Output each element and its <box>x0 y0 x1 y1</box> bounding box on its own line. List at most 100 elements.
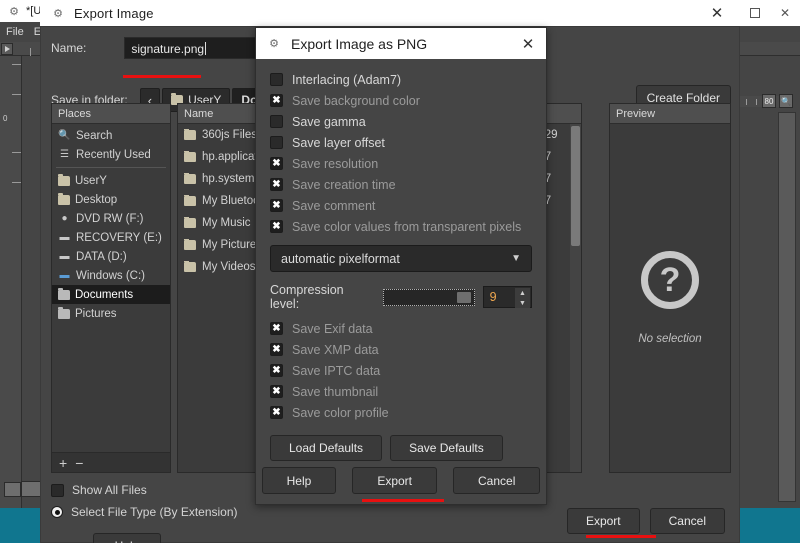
save-layer-offset-checkbox[interactable] <box>270 136 283 149</box>
folder-icon <box>184 240 196 250</box>
restore-button[interactable] <box>740 0 770 26</box>
slider-handle[interactable] <box>457 292 471 303</box>
save-defaults-button[interactable]: Save Defaults <box>390 435 503 461</box>
ruler-zero-label: 0 <box>3 114 7 123</box>
save-iptc-checkbox[interactable]: ✖ <box>270 364 283 377</box>
compression-spinner[interactable]: 9 ▲ ▼ <box>483 286 532 308</box>
cancel-button[interactable]: Cancel <box>650 508 725 534</box>
option-save-exif[interactable]: ✖Save Exif data <box>270 318 532 339</box>
places-item-label: Desktop <box>75 194 117 206</box>
export-button[interactable]: Export <box>567 508 640 534</box>
option-save-gamma[interactable]: Save gamma <box>270 111 532 132</box>
places-item-pictures[interactable]: Pictures <box>52 304 170 323</box>
magnifier-icon[interactable]: 🔍 <box>779 94 793 108</box>
compression-slider[interactable] <box>383 289 475 306</box>
file-list-scrollbar[interactable] <box>570 124 581 472</box>
save-background-color-checkbox[interactable]: ✖ <box>270 94 283 107</box>
show-all-files-checkbox[interactable] <box>51 484 64 497</box>
png-dialog-title: Export Image as PNG <box>291 36 427 52</box>
png-cancel-button[interactable]: Cancel <box>453 467 540 494</box>
file-name-label: 360js Files <box>202 129 257 141</box>
places-item-recovery[interactable]: ▬RECOVERY (E:) <box>52 228 170 247</box>
save-comment-checkbox[interactable]: ✖ <box>270 199 283 212</box>
ruler-origin-toggle[interactable] <box>1 43 13 55</box>
option-label: Save color profile <box>292 406 389 420</box>
save-thumbnail-checkbox[interactable]: ✖ <box>270 385 283 398</box>
gimp-wilber-icon: ⚙ <box>50 7 66 20</box>
places-item-search[interactable]: 🔍Search <box>52 126 170 145</box>
places-item-label: UserY <box>75 175 107 187</box>
option-save-color-profile[interactable]: ✖ Save color profile <box>270 402 532 423</box>
load-defaults-button[interactable]: Load Defaults <box>270 435 382 461</box>
png-export-button-highlight-underline <box>362 499 444 502</box>
places-item-recently-used[interactable]: ☰Recently Used <box>52 145 170 164</box>
png-export-button[interactable]: Export <box>352 467 437 494</box>
option-save-layer-offset[interactable]: Save layer offset <box>270 132 532 153</box>
places-item-usery[interactable]: UserY <box>52 171 170 190</box>
option-label: Save IPTC data <box>292 364 380 378</box>
zoom-percent-indicator[interactable]: 80 <box>762 94 776 108</box>
save-transparent-pixels-checkbox[interactable]: ✖ <box>270 220 283 233</box>
close-icon[interactable]: ✕ <box>694 0 740 26</box>
option-save-background-color[interactable]: ✖Save background color <box>270 90 532 111</box>
save-creation-time-checkbox[interactable]: ✖ <box>270 178 283 191</box>
png-help-button[interactable]: Help <box>262 467 337 494</box>
save-gamma-checkbox[interactable] <box>270 115 283 128</box>
places-item-label: DATA (D:) <box>76 251 127 263</box>
gimp-wilber-icon: ⚙ <box>266 37 282 50</box>
option-save-xmp[interactable]: ✖Save XMP data <box>270 339 532 360</box>
scrollbar-thumb[interactable] <box>571 126 580 246</box>
places-item-windows[interactable]: ▬Windows (C:) <box>52 266 170 285</box>
places-item-data[interactable]: ▬DATA (D:) <box>52 247 170 266</box>
file-type-options: Show All Files Select File Type (By Exte… <box>51 479 238 523</box>
png-dialog-body: Interlacing (Adam7) ✖Save background col… <box>256 59 546 461</box>
interlacing-checkbox[interactable] <box>270 73 283 86</box>
compression-level-row: Compression level: 9 ▲ ▼ <box>270 283 532 311</box>
spinner-down-icon[interactable]: ▼ <box>515 298 530 308</box>
places-item-desktop[interactable]: Desktop <box>52 190 170 209</box>
preview-header: Preview <box>610 104 730 124</box>
option-save-thumbnail[interactable]: ✖Save thumbnail <box>270 381 532 402</box>
gimp-image-tab[interactable]: ⚙ *[U <box>0 0 40 22</box>
folder-grey-icon <box>58 309 70 319</box>
save-color-profile-checkbox[interactable]: ✖ <box>270 406 283 419</box>
file-name-label: My Pictures <box>202 239 262 251</box>
gimp-right-scrollbar[interactable] <box>778 112 796 502</box>
save-resolution-checkbox[interactable]: ✖ <box>270 157 283 170</box>
windows-drive-icon: ▬ <box>58 270 71 281</box>
spinner-up-icon[interactable]: ▲ <box>515 288 530 298</box>
recent-icon: ☰ <box>58 149 71 160</box>
png-dialog-titlebar: ⚙ Export Image as PNG ✕ <box>256 28 546 59</box>
drive-icon: ▬ <box>58 232 71 243</box>
export-help-button[interactable]: Help <box>93 533 161 543</box>
remove-place-button[interactable]: − <box>75 455 83 471</box>
select-file-type-option[interactable]: Select File Type (By Extension) <box>51 501 238 523</box>
save-exif-checkbox[interactable]: ✖ <box>270 322 283 335</box>
foreground-color-swatch[interactable] <box>4 482 21 497</box>
window-close-button[interactable]: ✕ <box>770 0 800 26</box>
option-save-comment[interactable]: ✖Save comment <box>270 195 532 216</box>
text-caret <box>205 42 206 55</box>
save-xmp-checkbox[interactable]: ✖ <box>270 343 283 356</box>
add-place-button[interactable]: + <box>59 455 67 471</box>
vertical-ruler: 0 <box>0 56 22 543</box>
disc-icon: ● <box>58 213 71 224</box>
option-save-iptc[interactable]: ✖ Save IPTC data <box>270 360 532 381</box>
gimp-image-tab-label: *[U <box>26 5 40 17</box>
option-interlacing[interactable]: Interlacing (Adam7) <box>270 69 532 90</box>
option-save-creation-time[interactable]: ✖ Save creation time <box>270 174 532 195</box>
select-file-type-radio[interactable] <box>51 506 63 518</box>
places-footer: + − <box>52 452 170 472</box>
option-label: Save creation time <box>292 178 396 192</box>
close-icon[interactable]: ✕ <box>510 28 546 59</box>
places-item-dvd-rw[interactable]: ●DVD RW (F:) <box>52 209 170 228</box>
option-save-resolution[interactable]: ✖Save resolution <box>270 153 532 174</box>
os-window-buttons: ✕ <box>740 0 800 26</box>
option-label: Interlacing (Adam7) <box>292 73 401 87</box>
show-all-files-option[interactable]: Show All Files <box>51 479 238 501</box>
places-item-documents[interactable]: Documents <box>52 285 170 304</box>
pixelformat-dropdown[interactable]: automatic pixelformat ▼ <box>270 245 532 272</box>
option-save-transparent-pixels[interactable]: ✖Save color values from transparent pixe… <box>270 216 532 237</box>
export-image-titlebar: ⚙ Export Image ✕ <box>40 0 740 26</box>
menu-file[interactable]: File <box>6 26 24 38</box>
